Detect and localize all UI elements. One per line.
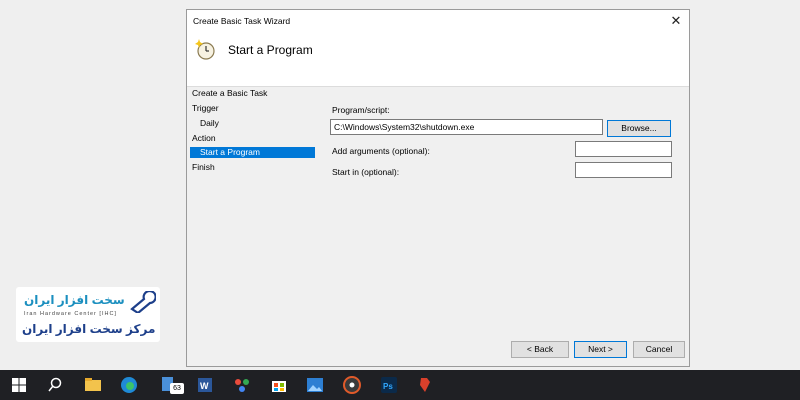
browse-button[interactable]: Browse... — [607, 120, 671, 137]
task-scheduler-icon — [195, 39, 215, 60]
taskbar: 63 W Ps — [0, 370, 800, 400]
microsoft-store-icon[interactable] — [269, 375, 289, 395]
start-in-label: Start in (optional): — [332, 167, 400, 177]
window-title: Create Basic Task Wizard — [193, 16, 291, 26]
edge-browser-icon[interactable] — [119, 375, 139, 395]
title-bar: Create Basic Task Wizard ✕ — [187, 10, 689, 32]
logo-text-persian-bottom: مرکز سخت افزار ایران — [22, 322, 156, 336]
program-script-input[interactable]: C:\Windows\System32\shutdown.exe — [330, 119, 603, 135]
nav-step-start-a-program[interactable]: Start a Program — [190, 147, 315, 158]
file-explorer-icon[interactable] — [83, 375, 103, 395]
nav-step-daily[interactable]: Daily — [200, 118, 219, 129]
start-in-input[interactable] — [575, 162, 672, 178]
program-script-label: Program/script: — [332, 105, 390, 115]
notification-badge: 63 — [170, 383, 184, 394]
logo-text-english: Iran Hardware Center [IHC] — [24, 311, 117, 317]
nav-step-create-basic-task[interactable]: Create a Basic Task — [192, 88, 267, 99]
back-button[interactable]: < Back — [511, 341, 569, 358]
cancel-button[interactable]: Cancel — [633, 341, 685, 358]
close-icon[interactable]: ✕ — [667, 12, 685, 30]
svg-text:W: W — [200, 381, 209, 391]
photos-icon[interactable] — [305, 375, 325, 395]
search-icon[interactable] — [45, 375, 65, 395]
nav-step-action[interactable]: Action — [192, 133, 216, 144]
add-arguments-label: Add arguments (optional): — [332, 146, 430, 156]
svg-text:Ps: Ps — [383, 382, 393, 391]
nav-step-trigger[interactable]: Trigger — [192, 103, 219, 114]
apps-launcher-icon[interactable] — [232, 375, 252, 395]
word-icon[interactable]: W — [196, 375, 216, 395]
page-title: Start a Program — [228, 43, 313, 57]
create-basic-task-wizard-window: Create Basic Task Wizard ✕ Start a Progr… — [186, 9, 690, 367]
wrench-icon — [130, 291, 156, 313]
logo-text-persian-top: سخت افزار ایران — [24, 293, 125, 307]
nav-step-finish[interactable]: Finish — [192, 162, 215, 173]
ihc-logo: سخت افزار ایران Iran Hardware Center [IH… — [16, 287, 160, 342]
windows-start-icon[interactable] — [9, 375, 29, 395]
wizard-header: Start a Program — [187, 32, 689, 87]
next-button[interactable]: Next > — [574, 341, 627, 358]
pdf-reader-icon[interactable] — [415, 375, 435, 395]
photoshop-icon[interactable]: Ps — [379, 375, 399, 395]
media-player-icon[interactable] — [342, 375, 362, 395]
add-arguments-input[interactable] — [575, 141, 672, 157]
